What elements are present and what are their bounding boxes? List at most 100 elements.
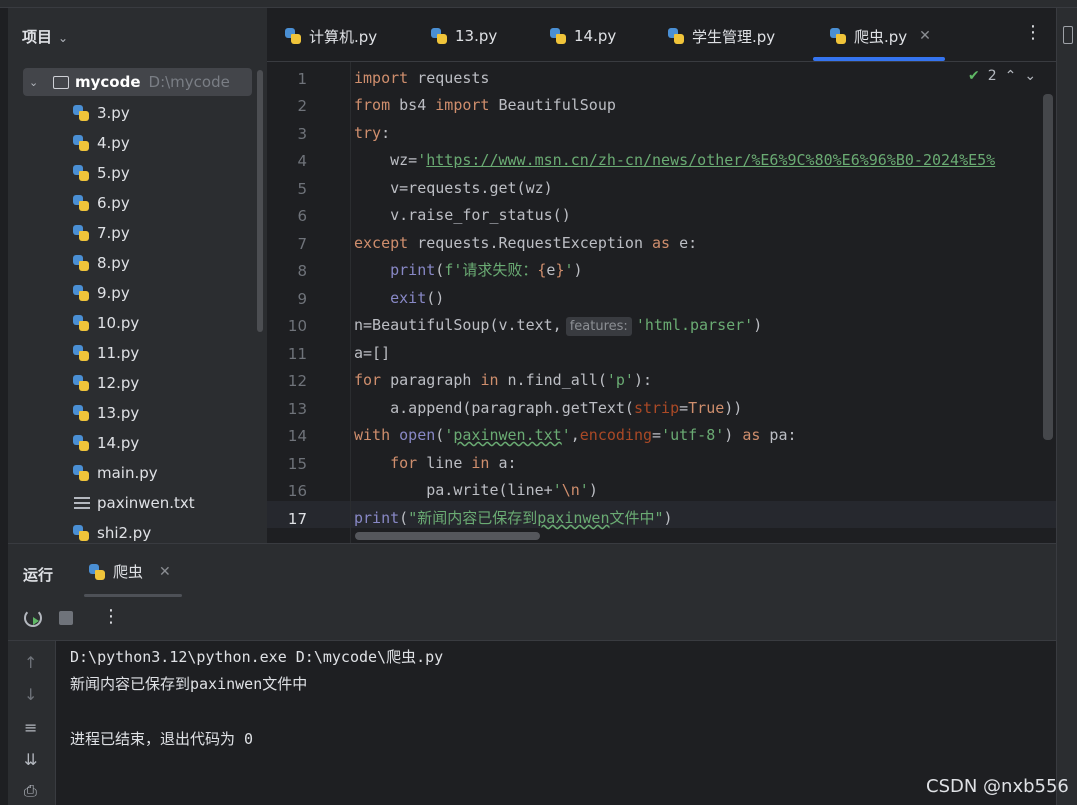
tab-xueshengguanli[interactable]: 学生管理.py <box>667 24 775 48</box>
code-line-17: print("新闻内容已保存到paxinwen文件中") <box>354 509 673 527</box>
active-tab-indicator <box>813 57 945 61</box>
line-number-gutter: 1 2 3 4 5 6 7 8 9 10 11 12 13 14 15 16 1… <box>267 62 347 543</box>
tab-14[interactable]: 14.py <box>549 24 616 48</box>
line-number: 11 <box>287 345 307 363</box>
console-output[interactable]: D:\python3.12\python.exe D:\mycode\爬虫.py… <box>56 641 1056 805</box>
line-number: 8 <box>297 262 307 280</box>
tab-label: 14.py <box>574 27 617 45</box>
code-line-6: v.raise_for_status() <box>354 206 571 224</box>
tab-13[interactable]: 13.py <box>430 24 497 48</box>
title-bar-strip <box>0 0 1077 8</box>
python-file-icon <box>72 224 90 242</box>
close-icon[interactable]: ✕ <box>919 28 931 44</box>
file-name: shi2.py <box>97 524 152 542</box>
code-line-14: with open('paxinwen.txt',encoding='utf-8… <box>354 426 797 444</box>
console-line: 新闻内容已保存到paxinwen文件中 <box>70 675 308 693</box>
text-file-icon <box>72 494 90 512</box>
tree-file-item[interactable]: paxinwen.txt <box>72 488 195 518</box>
stop-icon[interactable] <box>59 611 73 625</box>
python-file-icon <box>72 164 90 182</box>
code-line-16: pa.write(line+'\n') <box>354 481 598 499</box>
file-name: 14.py <box>97 434 140 452</box>
python-file-icon <box>72 464 90 482</box>
arrow-up-icon[interactable]: ↑ <box>24 653 37 672</box>
tree-file-item[interactable]: shi2.py <box>72 518 151 543</box>
watermark-text: CSDN @nxb556 <box>926 776 1069 797</box>
more-vertical-icon[interactable]: ⋮ <box>102 606 120 627</box>
file-name: 12.py <box>97 374 140 392</box>
code-line-9: exit() <box>390 289 445 307</box>
editor-vertical-scrollbar[interactable] <box>1043 94 1053 440</box>
soft-wrap-icon[interactable]: ≡ <box>24 718 37 737</box>
editor-horizontal-scrollbar[interactable] <box>355 532 540 540</box>
chevron-down-icon: ⌄ <box>58 31 69 45</box>
print-icon[interactable]: ⎙ <box>24 781 37 801</box>
code-line-2: from bs4 import BeautifulSoup <box>354 96 616 114</box>
python-file-icon <box>549 27 567 45</box>
console-line: D:\python3.12\python.exe D:\mycode\爬虫.py <box>70 648 444 666</box>
file-name: main.py <box>97 464 158 482</box>
inspection-widget[interactable]: ✔ 2 ⌃ ⌄ <box>968 68 1036 84</box>
tree-file-item[interactable]: 13.py <box>72 398 139 428</box>
chevron-down-icon[interactable]: ⌄ <box>29 76 47 89</box>
rerun-icon[interactable] <box>24 609 42 627</box>
close-icon[interactable]: ✕ <box>159 564 171 580</box>
line-number: 7 <box>297 235 307 253</box>
file-name: 13.py <box>97 404 140 422</box>
arrow-down-icon[interactable]: ↓ <box>24 685 37 704</box>
python-file-icon <box>284 27 302 45</box>
line-number: 9 <box>297 290 307 308</box>
tree-root-folder[interactable]: ⌄ mycode D:\mycode <box>23 68 252 96</box>
inspection-count: 2 <box>987 68 997 84</box>
python-file-icon <box>72 254 90 272</box>
root-folder-name: mycode <box>75 73 141 91</box>
more-vertical-icon[interactable]: ⋮ <box>1024 22 1042 43</box>
file-name: 6.py <box>97 194 130 212</box>
project-view-selector[interactable]: 项目 ⌄ <box>22 26 68 47</box>
file-name: 10.py <box>97 314 140 332</box>
tree-file-item[interactable]: 12.py <box>72 368 139 398</box>
tree-file-item[interactable]: 3.py <box>72 98 130 128</box>
project-tree-scrollbar[interactable] <box>257 70 263 332</box>
right-tool-strip <box>1056 8 1077 805</box>
folder-icon <box>53 75 69 89</box>
tab-pachong-active[interactable]: 爬虫.py ✕ <box>829 24 931 48</box>
chevron-down-icon[interactable]: ⌄ <box>1024 68 1036 84</box>
line-number: 1 <box>297 70 307 88</box>
tree-file-item[interactable]: 7.py <box>72 218 130 248</box>
tree-file-item[interactable]: 5.py <box>72 158 130 188</box>
python-file-icon <box>72 284 90 302</box>
file-name: 7.py <box>97 224 130 242</box>
notifications-icon[interactable] <box>1063 26 1073 44</box>
python-file-icon <box>72 134 90 152</box>
run-config-tab[interactable]: 爬虫 ✕ <box>88 561 171 582</box>
console-side-toolbar: ↑ ↓ ≡ ⇊ ⎙ <box>8 641 56 805</box>
tree-file-item[interactable]: 11.py <box>72 338 139 368</box>
chevron-up-icon[interactable]: ⌃ <box>1005 68 1017 84</box>
line-number: 4 <box>297 152 307 170</box>
python-file-icon <box>72 344 90 362</box>
tree-file-item[interactable]: 9.py <box>72 278 130 308</box>
console-line: 进程已结束，退出代码为 0 <box>70 730 254 748</box>
code-line-5: v=requests.get(wz) <box>354 179 553 197</box>
scroll-to-end-icon[interactable]: ⇊ <box>24 750 37 769</box>
python-file-icon <box>72 434 90 452</box>
file-name: 5.py <box>97 164 130 182</box>
code-line-15: for line in a: <box>390 454 517 472</box>
line-number: 3 <box>297 125 307 143</box>
tree-file-item[interactable]: 14.py <box>72 428 139 458</box>
code-area[interactable]: import requests from bs4 import Beautifu… <box>354 62 1054 543</box>
code-line-12: for paragraph in n.find_all('p'): <box>354 371 653 389</box>
file-name: 4.py <box>97 134 130 152</box>
tab-jisuanji[interactable]: 计算机.py <box>284 24 377 48</box>
tree-file-item[interactable]: main.py <box>72 458 158 488</box>
line-number: 16 <box>287 482 307 500</box>
tree-file-item[interactable]: 6.py <box>72 188 130 218</box>
line-number-current: 17 <box>287 510 307 528</box>
code-line-7: except requests.RequestException as e: <box>354 234 698 252</box>
tree-file-item[interactable]: 8.py <box>72 248 130 278</box>
tree-file-item[interactable]: 4.py <box>72 128 130 158</box>
file-name: 3.py <box>97 104 130 122</box>
tree-file-item[interactable]: 10.py <box>72 308 139 338</box>
tab-label: 计算机.py <box>309 27 378 46</box>
